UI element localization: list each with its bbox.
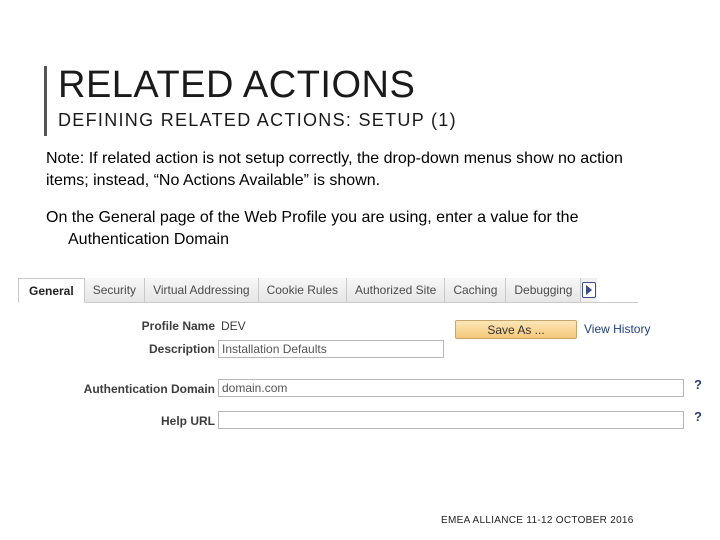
profile-name-value: DEV [221,319,246,333]
tab-scroll-right-button[interactable] [581,278,598,302]
note-text: Note: If related action is not setup cor… [46,150,623,189]
help-url-field[interactable] [218,411,684,429]
tab-caching[interactable]: Caching [445,278,507,302]
arrow-right-icon [582,282,597,298]
slide-subtitle: DEFINING RELATED ACTIONS: SETUP (1) [58,110,457,130]
tab-cookie-rules[interactable]: Cookie Rules [258,278,347,302]
tab-debugging[interactable]: Debugging [506,278,582,302]
step-line-2: Authentication Domain [68,231,229,248]
help-icon[interactable]: ? [694,409,702,424]
web-profile-tab-strip: General Security Virtual Addressing Cook… [18,278,638,303]
profile-name-label: Profile Name [141,319,215,333]
step-text: On the General page of the Web Profile y… [46,207,686,251]
help-icon[interactable]: ? [694,377,702,392]
tab-security[interactable]: Security [84,278,146,302]
help-url-label: Help URL [161,414,215,428]
slide-title: RELATED ACTIONS [58,64,416,106]
authentication-domain-field[interactable] [218,379,684,397]
step-line-1: On the General page of the Web Profile y… [46,209,579,226]
title-accent-bar [44,66,47,136]
footer-text: EMEA ALLIANCE 11-12 OCTOBER 2016 [441,515,634,526]
description-label: Description [148,342,215,356]
tab-general[interactable]: General [18,278,85,303]
tab-authorized-site[interactable]: Authorized Site [346,278,446,302]
authentication-domain-label: Authentication Domain [83,382,215,396]
view-history-link[interactable]: View History [584,322,650,336]
description-field[interactable] [218,340,444,358]
tab-virtual-addressing[interactable]: Virtual Addressing [145,278,259,302]
save-as-button[interactable]: Save As ... [455,320,577,339]
